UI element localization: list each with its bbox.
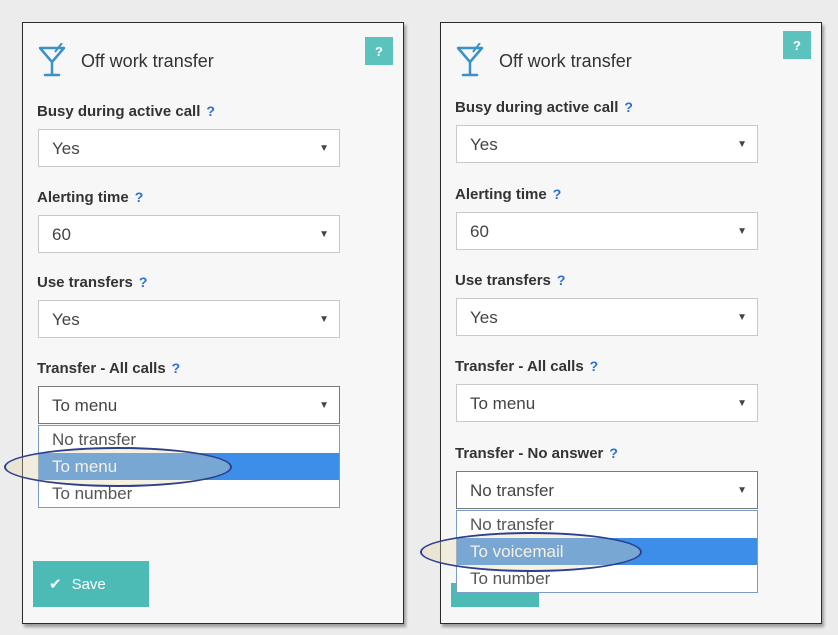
help-link[interactable]: ? <box>590 358 599 374</box>
transfer-no-answer-label: Transfer - No answer? <box>455 445 618 462</box>
panel-header: Off work transfer <box>37 43 214 79</box>
transfer-all-calls-label: Transfer - All calls? <box>455 358 599 375</box>
alerting-time-select[interactable]: 60 ▼ <box>38 215 340 253</box>
dropdown-arrow-icon: ▼ <box>737 226 747 237</box>
dropdown-arrow-icon: ▼ <box>737 398 747 409</box>
help-button[interactable]: ? <box>365 37 393 65</box>
use-transfers-label: Use transfers? <box>37 274 148 291</box>
help-link[interactable]: ? <box>135 189 144 205</box>
use-transfers-select[interactable]: Yes ▼ <box>456 298 758 336</box>
off-work-transfer-panel-left: ? Off work transfer Busy during active c… <box>22 22 404 624</box>
transfer-all-calls-select[interactable]: To menu ▼ <box>456 384 758 422</box>
help-link[interactable]: ? <box>553 186 562 202</box>
save-label: Save <box>71 575 106 593</box>
use-transfers-select[interactable]: Yes ▼ <box>38 300 340 338</box>
help-link[interactable]: ? <box>139 274 148 290</box>
busy-select[interactable]: Yes ▼ <box>456 125 758 163</box>
help-link[interactable]: ? <box>609 445 618 461</box>
transfer-all-calls-select[interactable]: To menu ▼ <box>38 386 340 424</box>
panel-header: Off work transfer <box>455 43 632 79</box>
cocktail-glass-icon <box>38 43 66 77</box>
use-transfers-label: Use transfers? <box>455 272 566 289</box>
busy-select[interactable]: Yes ▼ <box>38 129 340 167</box>
dropdown-arrow-icon: ▼ <box>737 312 747 323</box>
checkmark-icon: ✔ <box>49 576 62 593</box>
dropdown-arrow-icon: ▼ <box>737 139 747 150</box>
transfer-no-answer-select[interactable]: No transfer ▼ <box>456 471 758 509</box>
dropdown-arrow-icon: ▼ <box>319 229 329 240</box>
highlight-ellipse <box>420 532 642 572</box>
highlight-ellipse <box>4 447 232 487</box>
save-button[interactable]: ✔ Save <box>33 561 149 607</box>
dropdown-arrow-icon: ▼ <box>319 314 329 325</box>
panel-title: Off work transfer <box>81 50 214 71</box>
alerting-time-label: Alerting time? <box>37 189 144 206</box>
dropdown-arrow-icon: ▼ <box>737 485 747 496</box>
cocktail-glass-icon <box>456 43 484 77</box>
help-link[interactable]: ? <box>172 360 181 376</box>
panel-title: Off work transfer <box>499 50 632 71</box>
help-button[interactable]: ? <box>783 31 811 59</box>
alerting-time-select[interactable]: 60 ▼ <box>456 212 758 250</box>
alerting-time-label: Alerting time? <box>455 186 562 203</box>
busy-label: Busy during active call? <box>455 99 633 116</box>
busy-label: Busy during active call? <box>37 103 215 120</box>
help-link[interactable]: ? <box>624 99 633 115</box>
dropdown-arrow-icon: ▼ <box>319 400 329 411</box>
help-link[interactable]: ? <box>557 272 566 288</box>
help-link[interactable]: ? <box>206 103 215 119</box>
transfer-all-calls-label: Transfer - All calls? <box>37 360 181 377</box>
dropdown-arrow-icon: ▼ <box>319 143 329 154</box>
